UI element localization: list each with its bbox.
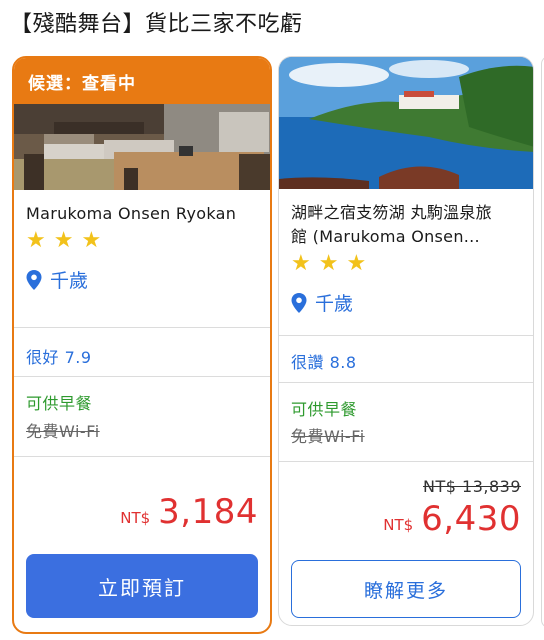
hotel-name[interactable]: Marukoma Onsen Ryokan xyxy=(14,202,270,226)
location-label: 千歲 xyxy=(315,293,354,315)
lake-view-photo[interactable] xyxy=(279,57,533,189)
price: NT$ 3,184 xyxy=(120,492,258,532)
price-currency: NT$ xyxy=(120,509,151,527)
divider xyxy=(14,327,270,328)
star-icon: ★ xyxy=(26,228,46,253)
selected-banner: 候選：查看中 xyxy=(14,58,270,104)
breakfast-label: 可供早餐 xyxy=(291,400,358,419)
price: NT$ 6,430 xyxy=(383,499,521,539)
divider xyxy=(14,376,270,377)
star-icon: ★ xyxy=(346,251,367,276)
location: 千歲 xyxy=(14,266,270,293)
review-rating: 很讚 8.8 xyxy=(291,353,357,372)
map-pin-icon xyxy=(26,269,42,290)
divider xyxy=(279,335,533,336)
location-label: 千歲 xyxy=(50,270,89,292)
hotel-card-marukoma-onsen-ryokan[interactable]: 候選：查看中 Marukoma Onsen Ryokan ★ ★ ★ 千歲 很好… xyxy=(12,56,272,634)
divider xyxy=(279,382,533,383)
price-currency: NT$ xyxy=(383,516,414,534)
hotel-name-line-2: 館 (Marukoma Onsen... xyxy=(291,227,480,246)
review-rating: 很好 7.9 xyxy=(26,348,92,367)
free-wifi-label: 免費Wi-Fi xyxy=(291,427,365,446)
breakfast-label: 可供早餐 xyxy=(26,394,93,413)
star-icon: ★ xyxy=(291,251,311,276)
location: 千歲 xyxy=(279,289,533,316)
hotel-name[interactable]: 湖畔之宿支笏湖 丸駒溫泉旅 館 (Marukoma Onsen... xyxy=(279,201,533,249)
book-now-button[interactable]: 立即預訂 xyxy=(26,554,258,618)
star-icon: ★ xyxy=(53,228,74,253)
original-price: NT$ 13,839 xyxy=(423,477,521,496)
star-rating: ★ ★ ★ xyxy=(14,230,270,252)
hotel-card-lakeside-marukoma-onsen[interactable]: 湖畔之宿支笏湖 丸駒溫泉旅 館 (Marukoma Onsen... ★ ★ ★… xyxy=(278,56,534,626)
free-wifi-label: 免費Wi-Fi xyxy=(26,422,100,441)
price-amount: 3,184 xyxy=(158,492,258,532)
page-heading: 【殘酷舞台】貨比三家不吃虧 xyxy=(10,12,303,37)
price-amount: 6,430 xyxy=(421,499,521,539)
hotel-name-line-1: 湖畔之宿支笏湖 丸駒溫泉旅 xyxy=(291,203,492,222)
star-icon: ★ xyxy=(318,251,339,276)
divider xyxy=(279,461,533,462)
learn-more-button[interactable]: 瞭解更多 xyxy=(291,560,521,618)
hotel-room-photo[interactable] xyxy=(14,104,270,190)
divider xyxy=(14,456,270,457)
star-rating: ★ ★ ★ xyxy=(279,253,533,275)
star-icon: ★ xyxy=(81,228,102,253)
map-pin-icon xyxy=(291,292,307,313)
